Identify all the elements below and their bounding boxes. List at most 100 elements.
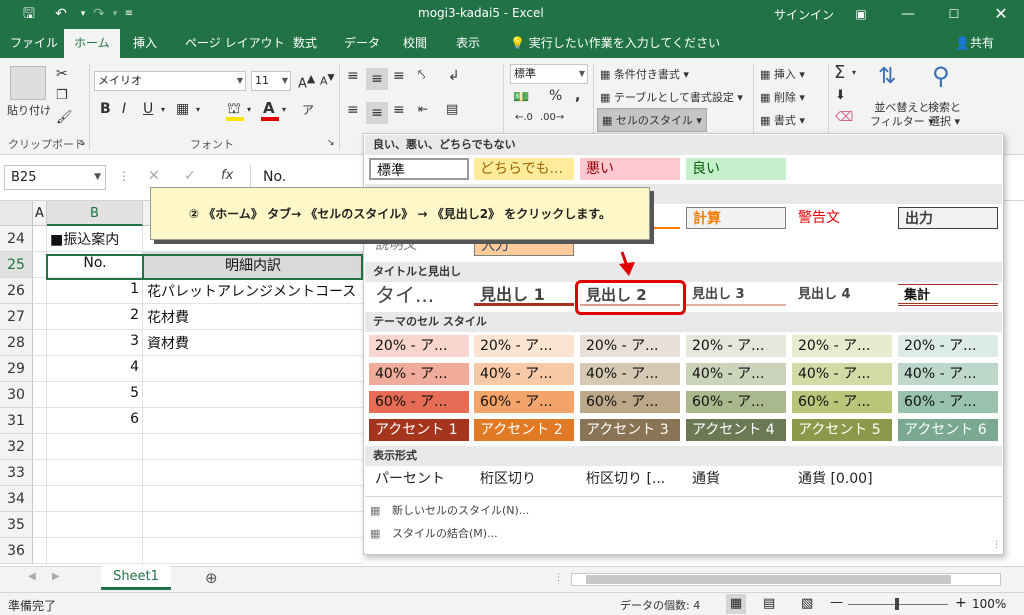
save-icon[interactable]: 🖫 (18, 3, 40, 25)
merge-center-icon[interactable]: ▤ (446, 102, 458, 117)
style-bad[interactable]: 悪い (580, 158, 680, 180)
style-accent-accent-1[interactable]: アクセント 1 (369, 419, 469, 441)
cell-c[interactable]: 花パレットアレンジメントコース (147, 281, 363, 301)
align-bottom-icon[interactable]: ≡ (393, 68, 405, 84)
fill-dropdown-icon[interactable]: ▾ (247, 105, 251, 114)
paste-icon[interactable] (10, 66, 46, 100)
cell-c[interactable]: 資材費 (147, 333, 363, 353)
tab-file[interactable]: ファイル (10, 29, 58, 58)
row-header[interactable]: 26 (0, 278, 33, 304)
ribbon-display-icon[interactable]: ▣ (850, 3, 872, 25)
font-color-icon[interactable]: A (263, 99, 275, 117)
align-middle-icon[interactable]: ≡ (366, 68, 388, 90)
cell-c[interactable]: 花材費 (147, 307, 363, 327)
sort-filter-icon[interactable]: ⇅ (878, 64, 896, 89)
zoom-slider-thumb[interactable] (895, 598, 899, 610)
style-theme-60-accent-3[interactable]: 60% - ア... (580, 391, 680, 413)
number-format-combo[interactable]: 標準 ▼ (510, 64, 588, 84)
fill-color-icon[interactable]: ⛫ (227, 99, 241, 119)
style-accent-accent-2[interactable]: アクセント 2 (474, 419, 574, 441)
tab-data[interactable]: データ (344, 29, 380, 58)
bold-button[interactable]: B (100, 101, 111, 117)
insert-cells-button[interactable]: ▦ 挿入 ▾ (760, 66, 805, 82)
style-theme-40-accent-5[interactable]: 40% - ア... (792, 363, 892, 385)
style-normal[interactable]: 標準 (369, 158, 469, 180)
tab-formulas[interactable]: 数式 (293, 29, 317, 58)
phonetic-icon[interactable]: ア (302, 101, 314, 118)
row-header[interactable]: 28 (0, 330, 33, 356)
underline-dropdown-icon[interactable]: ▾ (161, 105, 165, 114)
border-dropdown-icon[interactable]: ▾ (196, 105, 200, 114)
style-total[interactable]: 集計 (898, 284, 998, 306)
row-header[interactable]: 31 (0, 408, 33, 434)
resize-grip-icon[interactable]: ⋮ (992, 540, 1001, 550)
find-select-button[interactable]: 検索と 選択 ▾ (928, 101, 961, 129)
style-heading-4[interactable]: 見出し 4 (792, 284, 892, 306)
style-good[interactable]: 良い (686, 158, 786, 180)
merge-styles-item[interactable]: ▦ スタイルの結合(M)... (370, 523, 990, 545)
zoom-out-icon[interactable]: — (830, 595, 843, 610)
insert-function-icon[interactable]: fx (221, 168, 233, 183)
row-header[interactable]: 27 (0, 304, 33, 330)
cell-b[interactable]: 6 (47, 411, 139, 427)
clipboard-launcher-icon[interactable]: ↘ (78, 138, 86, 148)
enter-formula-icon[interactable]: ✓ (184, 168, 196, 184)
wrap-text-icon[interactable]: ↲ (448, 68, 460, 84)
border-icon[interactable]: ▦ (176, 101, 189, 117)
sort-filter-button[interactable]: 並べ替えと フィルター ▾ (870, 101, 934, 129)
name-box[interactable]: B25 ▼ (4, 165, 106, 190)
column-header-a[interactable]: A (33, 201, 47, 226)
decrease-decimal-icon[interactable]: .00→ (540, 112, 564, 123)
style-warning-text[interactable]: 警告文 (792, 207, 892, 229)
normal-view-icon[interactable]: ▦ (726, 594, 746, 614)
cell-styles-button[interactable]: ▦ セルのスタイル ▾ (597, 108, 707, 132)
row-header[interactable]: 34 (0, 486, 33, 512)
align-center-icon[interactable]: ≡ (366, 102, 388, 124)
underline-button[interactable]: U (143, 101, 153, 117)
cell-b[interactable]: 5 (47, 385, 139, 401)
row-header[interactable]: 24 (0, 226, 33, 252)
align-right-icon[interactable]: ≡ (393, 102, 405, 118)
comma-button[interactable]: , (575, 88, 580, 104)
tab-home[interactable]: ホーム (64, 29, 120, 58)
cell-b[interactable]: 1 (47, 281, 139, 297)
row-header[interactable]: 33 (0, 460, 33, 486)
style-theme-20-accent-6[interactable]: 20% - ア... (898, 335, 998, 357)
maximize-icon[interactable]: ☐ (943, 3, 965, 25)
clear-eraser-icon[interactable]: ⌫ (835, 110, 853, 125)
tab-insert[interactable]: 挿入 (133, 29, 157, 58)
style-theme-20-accent-1[interactable]: 20% - ア... (369, 335, 469, 357)
style-theme-20-accent-2[interactable]: 20% - ア... (474, 335, 574, 357)
row-header[interactable]: 35 (0, 512, 33, 538)
cut-icon[interactable]: ✂ (56, 66, 68, 82)
style-heading-1[interactable]: 見出し 1 (474, 284, 574, 306)
row-header[interactable]: 30 (0, 382, 33, 408)
select-all-corner[interactable] (0, 201, 33, 226)
italic-button[interactable]: I (122, 101, 126, 117)
accounting-format-icon[interactable]: 💵 (513, 90, 529, 105)
zoom-level[interactable]: 100% (972, 597, 1006, 611)
signin-link[interactable]: サインイン (774, 6, 834, 23)
cancel-formula-icon[interactable]: ✕ (148, 168, 160, 184)
style-theme-20-accent-4[interactable]: 20% - ア... (686, 335, 786, 357)
font-launcher-icon[interactable]: ↘ (327, 138, 335, 148)
page-break-view-icon[interactable]: ▧ (801, 596, 813, 611)
style-percent[interactable]: パーセント (369, 468, 469, 490)
style-theme-60-accent-5[interactable]: 60% - ア... (792, 391, 892, 413)
scrollbar-thumb[interactable] (586, 575, 951, 584)
style-title[interactable]: タイ... (369, 284, 469, 306)
format-as-table-button[interactable]: ▦ テーブルとして書式設定 ▾ (600, 89, 743, 105)
column-header-b[interactable]: B (47, 201, 143, 226)
autosum-button[interactable]: Σ (834, 62, 845, 83)
zoom-in-icon[interactable]: + (955, 595, 967, 611)
style-theme-40-accent-4[interactable]: 40% - ア... (686, 363, 786, 385)
row-header[interactable]: 36 (0, 538, 33, 564)
sheet-tab-sheet1[interactable]: Sheet1 (101, 566, 171, 590)
new-cell-style-item[interactable]: ▦ 新しいセルのスタイル(N)... (370, 500, 990, 522)
minimize-icon[interactable]: — (897, 3, 919, 25)
style-accent-accent-6[interactable]: アクセント 6 (898, 419, 998, 441)
customize-qat-icon[interactable]: ≡ (118, 3, 140, 25)
style-theme-40-accent-3[interactable]: 40% - ア... (580, 363, 680, 385)
style-neutral[interactable]: どちらでも... (474, 158, 574, 180)
cell-b[interactable]: 2 (47, 307, 139, 323)
